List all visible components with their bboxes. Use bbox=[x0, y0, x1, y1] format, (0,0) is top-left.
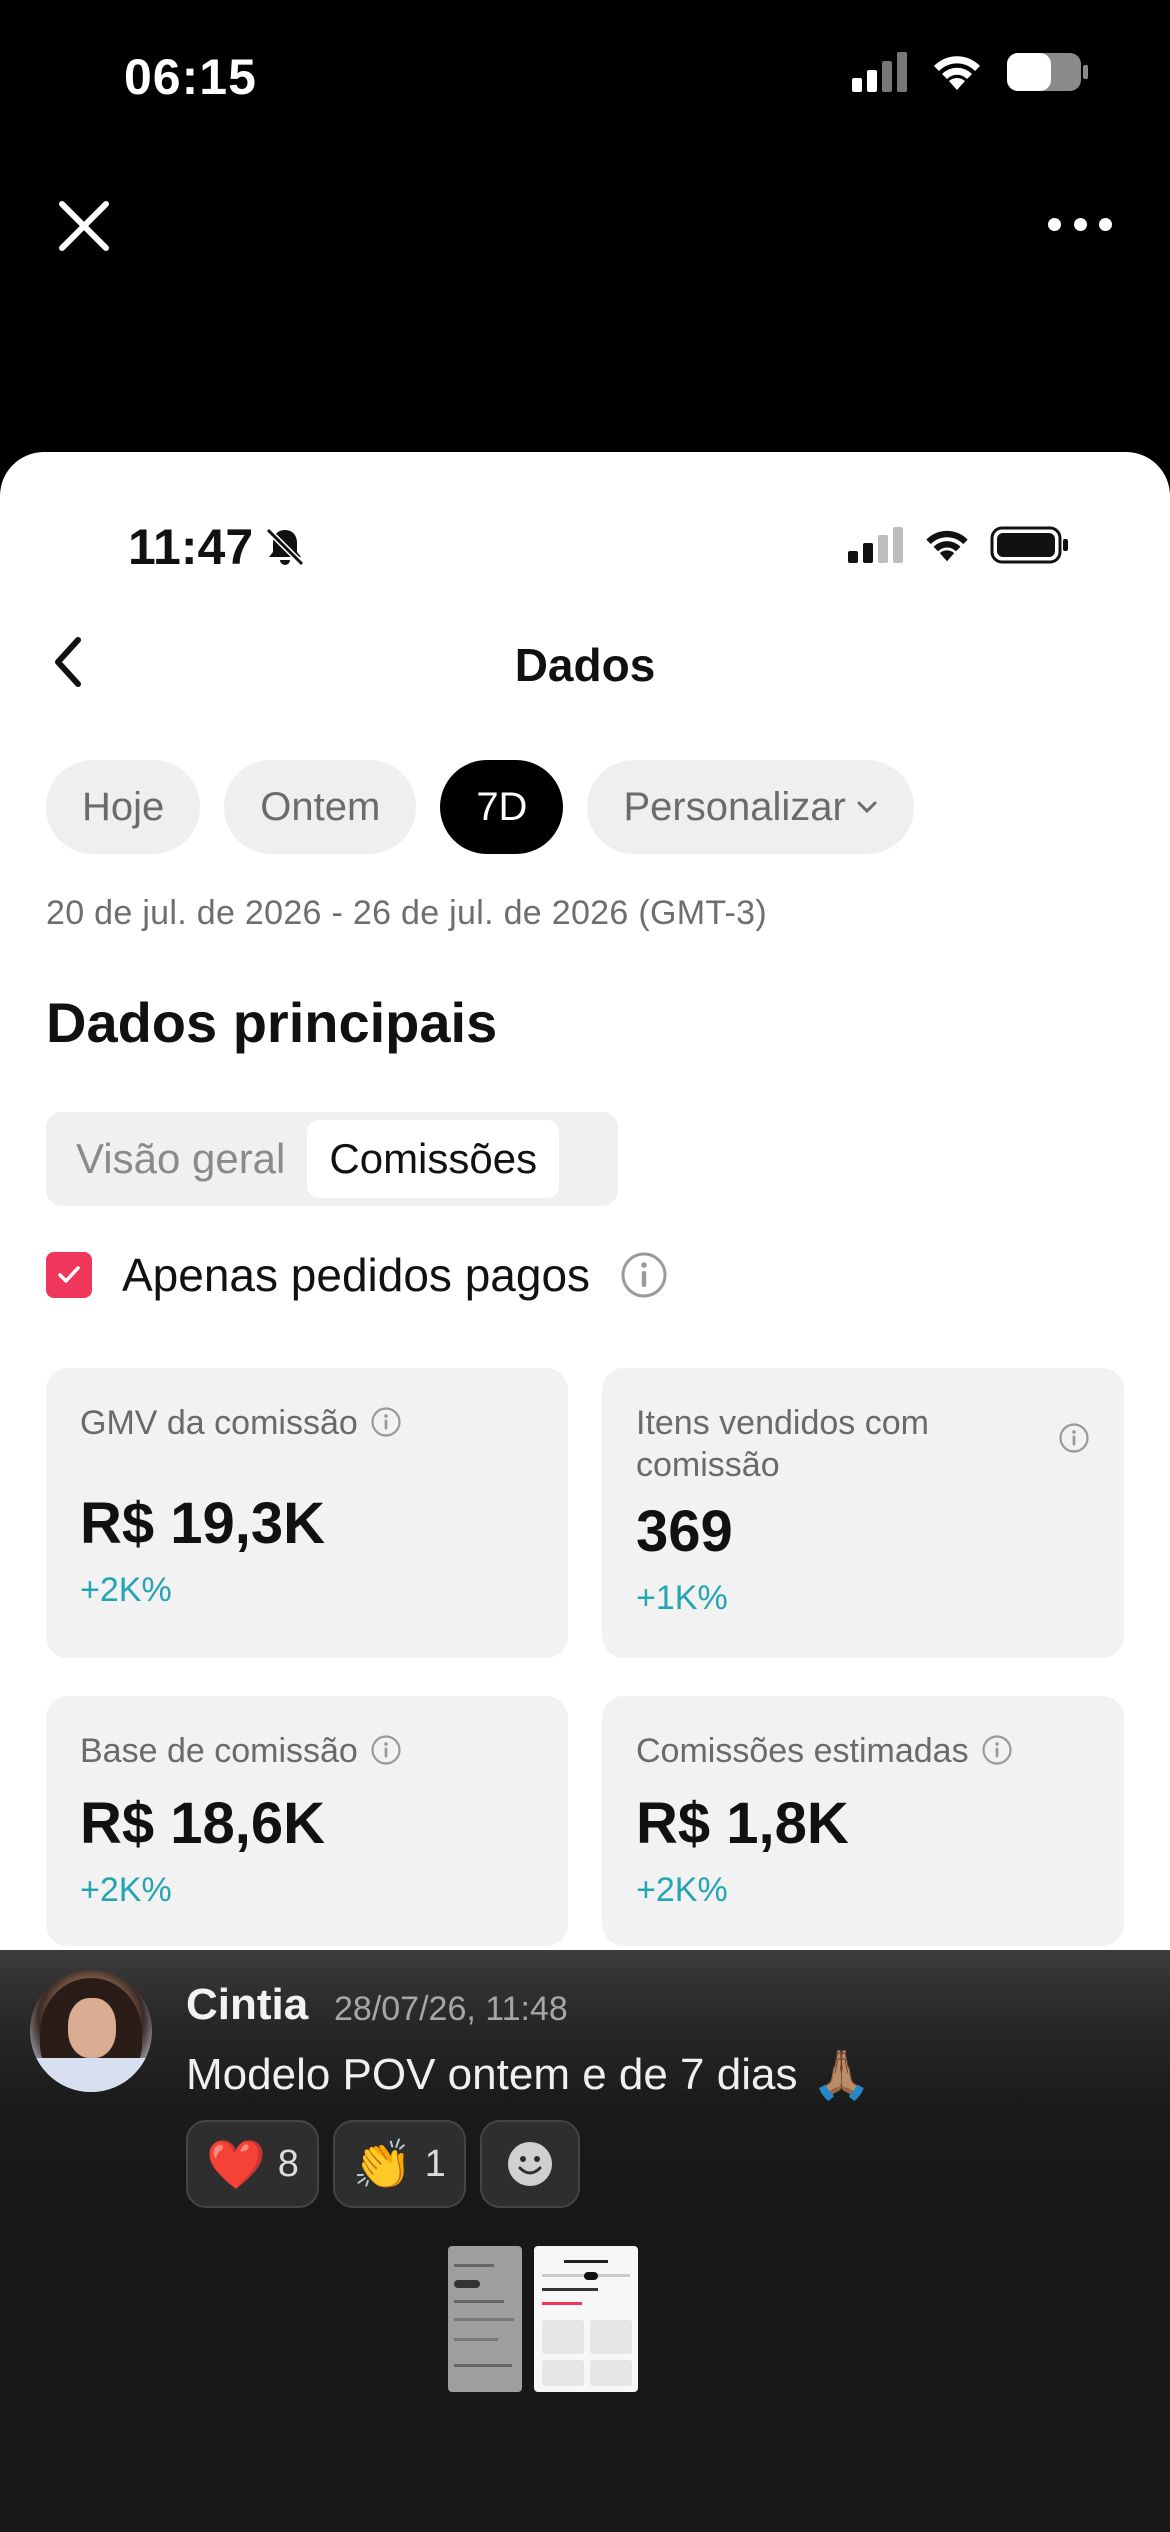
chevron-down-icon bbox=[857, 801, 877, 814]
more-dot-icon bbox=[1048, 217, 1061, 231]
sender-name[interactable]: Cintia bbox=[186, 1980, 308, 2030]
metric-label: Itens vendidos com comissão bbox=[636, 1404, 929, 1484]
reaction-count: 8 bbox=[277, 2142, 299, 2185]
wifi-icon bbox=[926, 530, 968, 562]
metric-value: 369 bbox=[636, 1499, 733, 1564]
avatar[interactable] bbox=[30, 1970, 152, 2092]
tab-visao-geral[interactable]: Visão geral bbox=[54, 1120, 307, 1198]
page-header: Dados bbox=[0, 612, 1170, 712]
reaction-count: 1 bbox=[424, 2142, 446, 2185]
metric-label: Comissões estimadas bbox=[636, 1732, 969, 1770]
outer-status-bar: 06:15 bbox=[0, 0, 1170, 150]
smiley-icon bbox=[507, 2142, 552, 2186]
date-filter-chips: Hoje Ontem 7D Personalizar bbox=[46, 760, 914, 854]
info-icon[interactable] bbox=[981, 1734, 1013, 1766]
info-icon[interactable] bbox=[1058, 1422, 1090, 1454]
chip-personalizar[interactable]: Personalizar bbox=[587, 760, 914, 854]
tab-comissoes[interactable]: Comissões bbox=[307, 1120, 560, 1198]
chip-7d[interactable]: 7D bbox=[440, 760, 564, 854]
info-icon[interactable] bbox=[370, 1406, 402, 1438]
screenshot-sheet: 11:47 Dados Hoje Ontem 7D Personalizar 2… bbox=[0, 452, 1170, 1950]
reaction-heart[interactable]: ❤️ 8 bbox=[186, 2120, 319, 2208]
info-icon[interactable] bbox=[370, 1734, 402, 1766]
metric-label: Base de comissão bbox=[80, 1732, 358, 1770]
metric-value: R$ 18,6K bbox=[80, 1791, 326, 1856]
metric-delta: +1K% bbox=[636, 1579, 728, 1617]
metric-delta: +2K% bbox=[636, 1871, 728, 1909]
info-icon[interactable] bbox=[620, 1251, 668, 1299]
outer-status-time: 06:15 bbox=[124, 49, 257, 105]
battery-icon bbox=[1007, 53, 1088, 91]
attachment-thumbnail[interactable] bbox=[448, 2246, 522, 2392]
paid-orders-label: Apenas pedidos pagos bbox=[122, 1249, 591, 1301]
chip-hoje[interactable]: Hoje bbox=[46, 760, 201, 854]
battery-icon bbox=[990, 526, 1068, 564]
metric-value: R$ 19,3K bbox=[80, 1491, 326, 1556]
metric-label: GMV da comissão bbox=[80, 1404, 358, 1442]
cellular-signal-icon bbox=[848, 527, 903, 563]
paid-orders-filter: Apenas pedidos pagos bbox=[46, 1248, 668, 1302]
add-reaction-button[interactable] bbox=[479, 2120, 580, 2208]
segmented-control: Visão geral Comissões bbox=[46, 1112, 618, 1206]
inner-status-bar: 11:47 bbox=[0, 452, 1170, 632]
reactions-bar: ❤️ 8 👏 1 bbox=[186, 2120, 580, 2208]
close-button[interactable] bbox=[54, 196, 114, 256]
message-timestamp: 28/07/26, 11:48 bbox=[334, 1990, 568, 2028]
metric-delta: +2K% bbox=[80, 1571, 172, 1609]
wifi-icon bbox=[934, 56, 980, 90]
chat-message-overlay: Cintia 28/07/26, 11:48 Modelo POV ontem … bbox=[0, 1950, 1170, 2532]
attachment-thumbnails bbox=[448, 2246, 638, 2392]
date-range-label: 20 de jul. de 2026 - 26 de jul. de 2026 … bbox=[46, 894, 767, 932]
inner-status-time: 11:47 bbox=[128, 519, 254, 575]
cellular-signal-icon bbox=[852, 52, 907, 92]
message-text: Modelo POV ontem e de 7 dias bbox=[186, 2049, 798, 2099]
metric-card-comissoes-estimadas[interactable]: Comissões estimadas R$ 1,8K +2K% bbox=[602, 1696, 1124, 1946]
clapping-hands-emoji: 👏 bbox=[352, 2138, 413, 2192]
more-dot-icon bbox=[1099, 217, 1112, 231]
paid-orders-checkbox[interactable] bbox=[46, 1252, 92, 1298]
metric-delta: +2K% bbox=[80, 1871, 172, 1909]
silent-bell-icon bbox=[266, 527, 305, 567]
attachment-thumbnail[interactable] bbox=[534, 2246, 638, 2392]
reaction-clap[interactable]: 👏 1 bbox=[332, 2120, 466, 2208]
checkmark-icon bbox=[58, 1266, 80, 1283]
metric-value: R$ 1,8K bbox=[636, 1791, 849, 1856]
praying-hands-emoji: 🙏🏽 bbox=[811, 2049, 872, 2102]
metric-card-base-comissao[interactable]: Base de comissão R$ 18,6K +2K% bbox=[46, 1696, 568, 1946]
page-title: Dados bbox=[514, 639, 656, 691]
heart-emoji: ❤️ bbox=[206, 2138, 266, 2192]
close-icon bbox=[59, 201, 109, 251]
more-dot-icon bbox=[1073, 217, 1087, 231]
more-options-button[interactable] bbox=[1040, 204, 1120, 244]
metric-card-itens-vendidos[interactable]: Itens vendidos com comissão 369 +1K% bbox=[602, 1368, 1124, 1658]
section-title: Dados principais bbox=[46, 991, 498, 1054]
metric-card-gmv[interactable]: GMV da comissão R$ 19,3K +2K% bbox=[46, 1368, 568, 1658]
chip-ontem[interactable]: Ontem bbox=[224, 760, 417, 854]
